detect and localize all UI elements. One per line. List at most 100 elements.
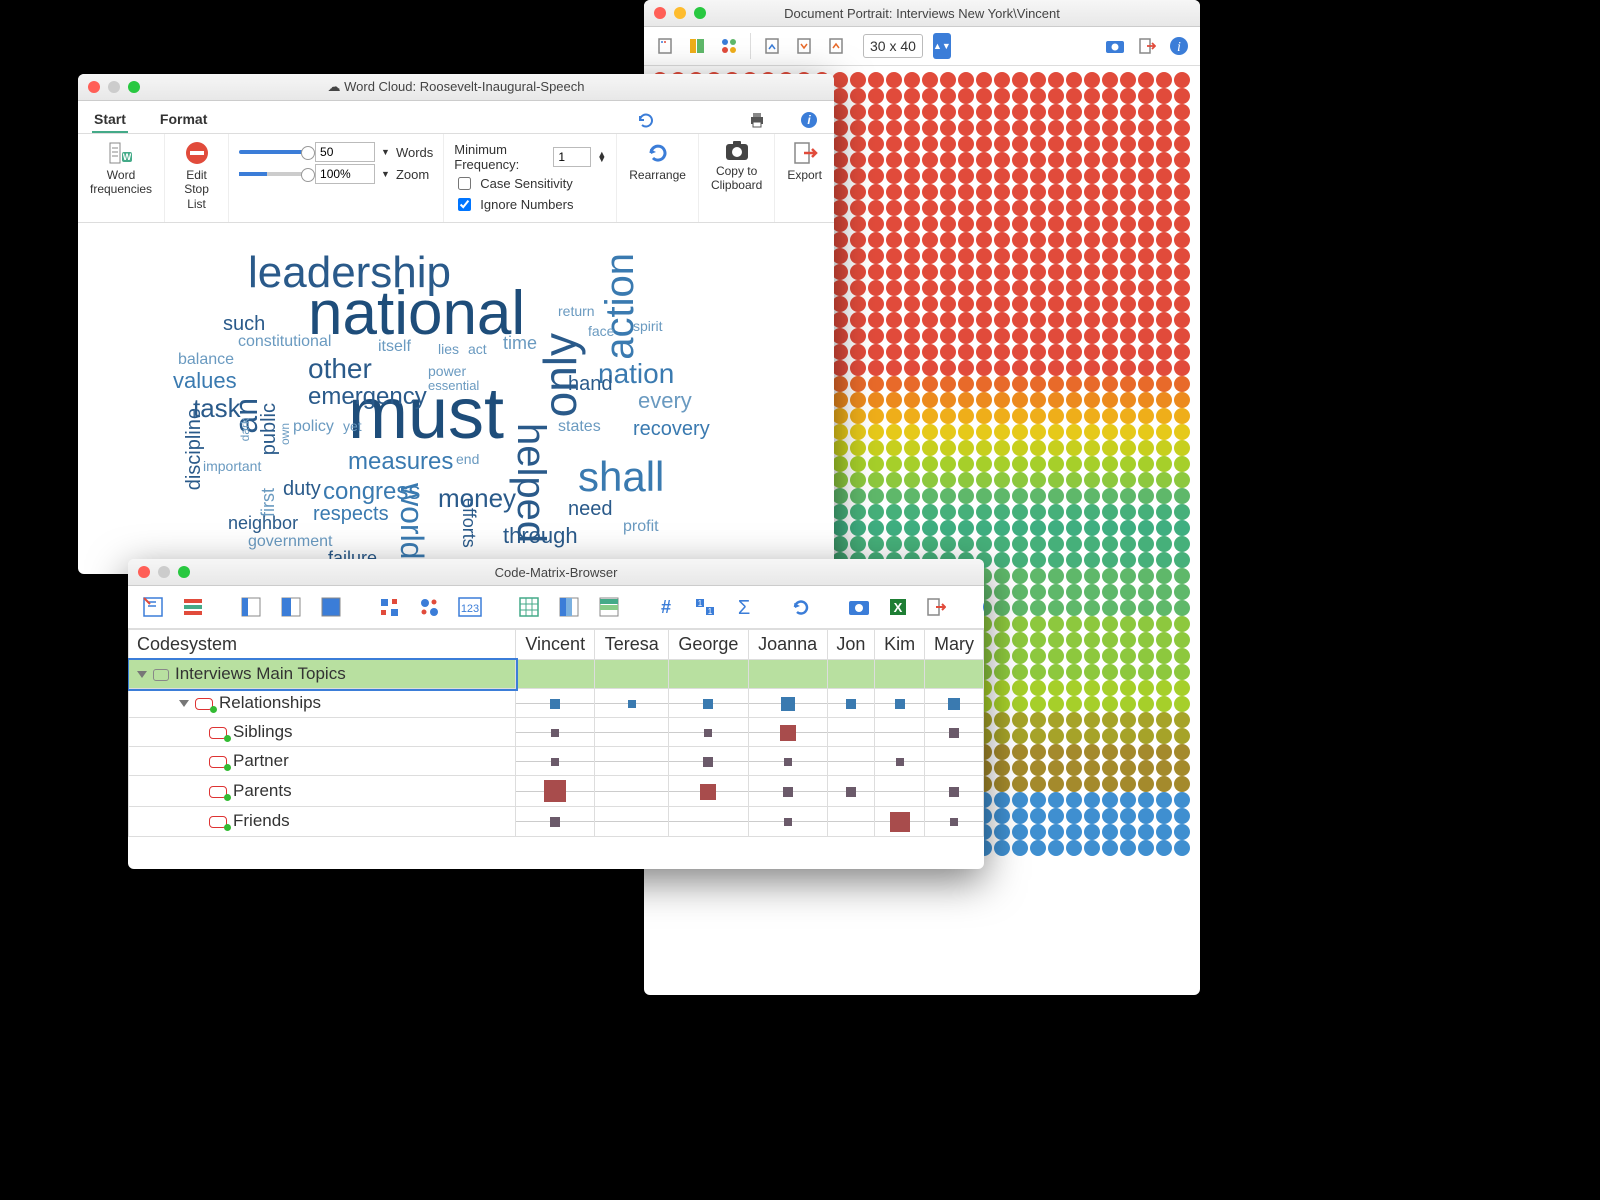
cloud-word[interactable]: dark (238, 418, 252, 441)
doc-icon[interactable] (654, 35, 676, 57)
cloud-word[interactable]: recovery (633, 418, 710, 441)
matrix-cell[interactable] (924, 776, 983, 807)
export-button[interactable]: Export (775, 134, 834, 222)
matrix-cell[interactable] (669, 689, 749, 718)
nodes1-icon[interactable] (378, 595, 400, 619)
zoom-stepper[interactable]: ▲▼ (933, 33, 951, 59)
column-header[interactable]: Jon (827, 630, 875, 660)
words-input[interactable] (315, 142, 375, 162)
cloud-word[interactable]: states (558, 418, 601, 436)
tree-row[interactable]: Friends (129, 807, 516, 837)
matrix-cell[interactable] (748, 718, 827, 747)
cloud-word[interactable]: important (203, 458, 261, 474)
cloud-word[interactable]: face (588, 323, 614, 339)
cloud-word[interactable]: action (598, 253, 643, 360)
close-icon[interactable] (88, 81, 100, 93)
rearrange-button[interactable]: Rearrange (617, 134, 699, 222)
print-icon[interactable] (746, 109, 768, 131)
matrix-cell[interactable] (516, 689, 595, 718)
maximize-icon[interactable] (178, 566, 190, 578)
ignore-numbers-checkbox[interactable] (458, 198, 471, 211)
mix-icon[interactable] (686, 35, 708, 57)
copy-clipboard-button[interactable]: Copy to Clipboard (699, 134, 775, 222)
undo-icon[interactable] (634, 109, 656, 131)
cloud-word[interactable]: respects (313, 503, 389, 526)
case-sensitivity-checkbox[interactable] (458, 177, 471, 190)
matrix-cell[interactable] (924, 689, 983, 718)
doc-arrow-icon[interactable] (761, 35, 783, 57)
hash-icon[interactable]: # (656, 595, 676, 619)
cloud-word[interactable]: act (468, 341, 487, 357)
minimize-icon[interactable] (674, 7, 686, 19)
cloud-word[interactable]: values (173, 368, 237, 394)
cloud-word[interactable]: every (638, 388, 692, 414)
matrix-cell[interactable] (748, 747, 827, 776)
nodes2-icon[interactable] (418, 595, 440, 619)
column-header[interactable]: Mary (924, 630, 983, 660)
close-icon[interactable] (138, 566, 150, 578)
cloud-word[interactable]: constitutional (238, 333, 331, 351)
quote-icon[interactable] (142, 595, 164, 619)
tab-start[interactable]: Start (92, 107, 128, 133)
matrix-cell[interactable] (516, 718, 595, 747)
tree-row[interactable]: Parents (129, 776, 516, 807)
words-slider[interactable] (239, 150, 309, 154)
cloud-word[interactable]: return (558, 303, 595, 319)
matrix-cell[interactable] (516, 776, 595, 807)
cloud-word[interactable]: essential (428, 378, 479, 393)
tree-row[interactable]: Siblings (129, 718, 516, 747)
tree-row[interactable]: Partner (129, 747, 516, 776)
maximize-icon[interactable] (128, 81, 140, 93)
tab-format[interactable]: Format (158, 107, 209, 133)
matrix-cell[interactable] (516, 747, 595, 776)
cloud-word[interactable]: national (308, 278, 525, 349)
info-icon[interactable]: i (798, 109, 820, 131)
cloud-word[interactable]: neighbor (228, 513, 298, 534)
matrix-cell[interactable] (595, 718, 669, 747)
matrix-cell[interactable] (875, 776, 925, 807)
matrix-cell[interactable] (595, 807, 669, 837)
cloud-word[interactable]: lies (438, 341, 459, 357)
camera-icon[interactable] (1104, 35, 1126, 57)
column-header[interactable]: Kim (875, 630, 925, 660)
matrix-cell[interactable] (595, 776, 669, 807)
cloud-word[interactable]: efforts (458, 498, 479, 548)
matrix-cell[interactable] (827, 718, 875, 747)
matrix-cell[interactable] (875, 689, 925, 718)
cloud-word[interactable]: yet (343, 418, 362, 434)
col3-icon[interactable] (320, 595, 342, 619)
matrix-cell[interactable] (748, 807, 827, 837)
cloud-word[interactable]: profit (623, 518, 659, 536)
grid3-icon[interactable] (598, 595, 620, 619)
doc-up-icon[interactable] (825, 35, 847, 57)
info-icon[interactable]: i (982, 595, 984, 619)
cloud-word[interactable]: itself (378, 338, 411, 356)
maximize-icon[interactable] (694, 7, 706, 19)
cloud-word[interactable]: policy (293, 418, 334, 436)
matrix-cell[interactable] (924, 747, 983, 776)
grid-icon[interactable] (718, 35, 740, 57)
matrix-cell[interactable] (669, 776, 749, 807)
grid1-icon[interactable] (518, 595, 540, 619)
matrix-cell[interactable] (827, 776, 875, 807)
matrix-cell[interactable] (875, 747, 925, 776)
matrix-cell[interactable] (924, 718, 983, 747)
cloud-word[interactable]: time (503, 333, 537, 354)
titlebar[interactable]: ☁ Word Cloud: Roosevelt-Inaugural-Speech (78, 74, 834, 101)
titlebar[interactable]: Document Portrait: Interviews New York\V… (644, 0, 1200, 27)
minimize-icon[interactable] (158, 566, 170, 578)
column-header[interactable]: Joanna (748, 630, 827, 660)
matrix-cell[interactable] (748, 689, 827, 718)
column-header[interactable]: Vincent (516, 630, 595, 660)
zoom-select[interactable]: 30 x 40 (863, 34, 923, 58)
cloud-word[interactable]: shall (578, 453, 664, 501)
zoom-input[interactable] (315, 164, 375, 184)
matrix-cell[interactable] (748, 776, 827, 807)
grid2-icon[interactable] (558, 595, 580, 619)
col2-icon[interactable] (280, 595, 302, 619)
cloud-word[interactable]: spirit (633, 318, 663, 334)
column-header[interactable]: George (669, 630, 749, 660)
matrix-cell[interactable] (827, 807, 875, 837)
cloud-word[interactable]: government (248, 533, 333, 551)
rows-icon[interactable] (182, 595, 204, 619)
